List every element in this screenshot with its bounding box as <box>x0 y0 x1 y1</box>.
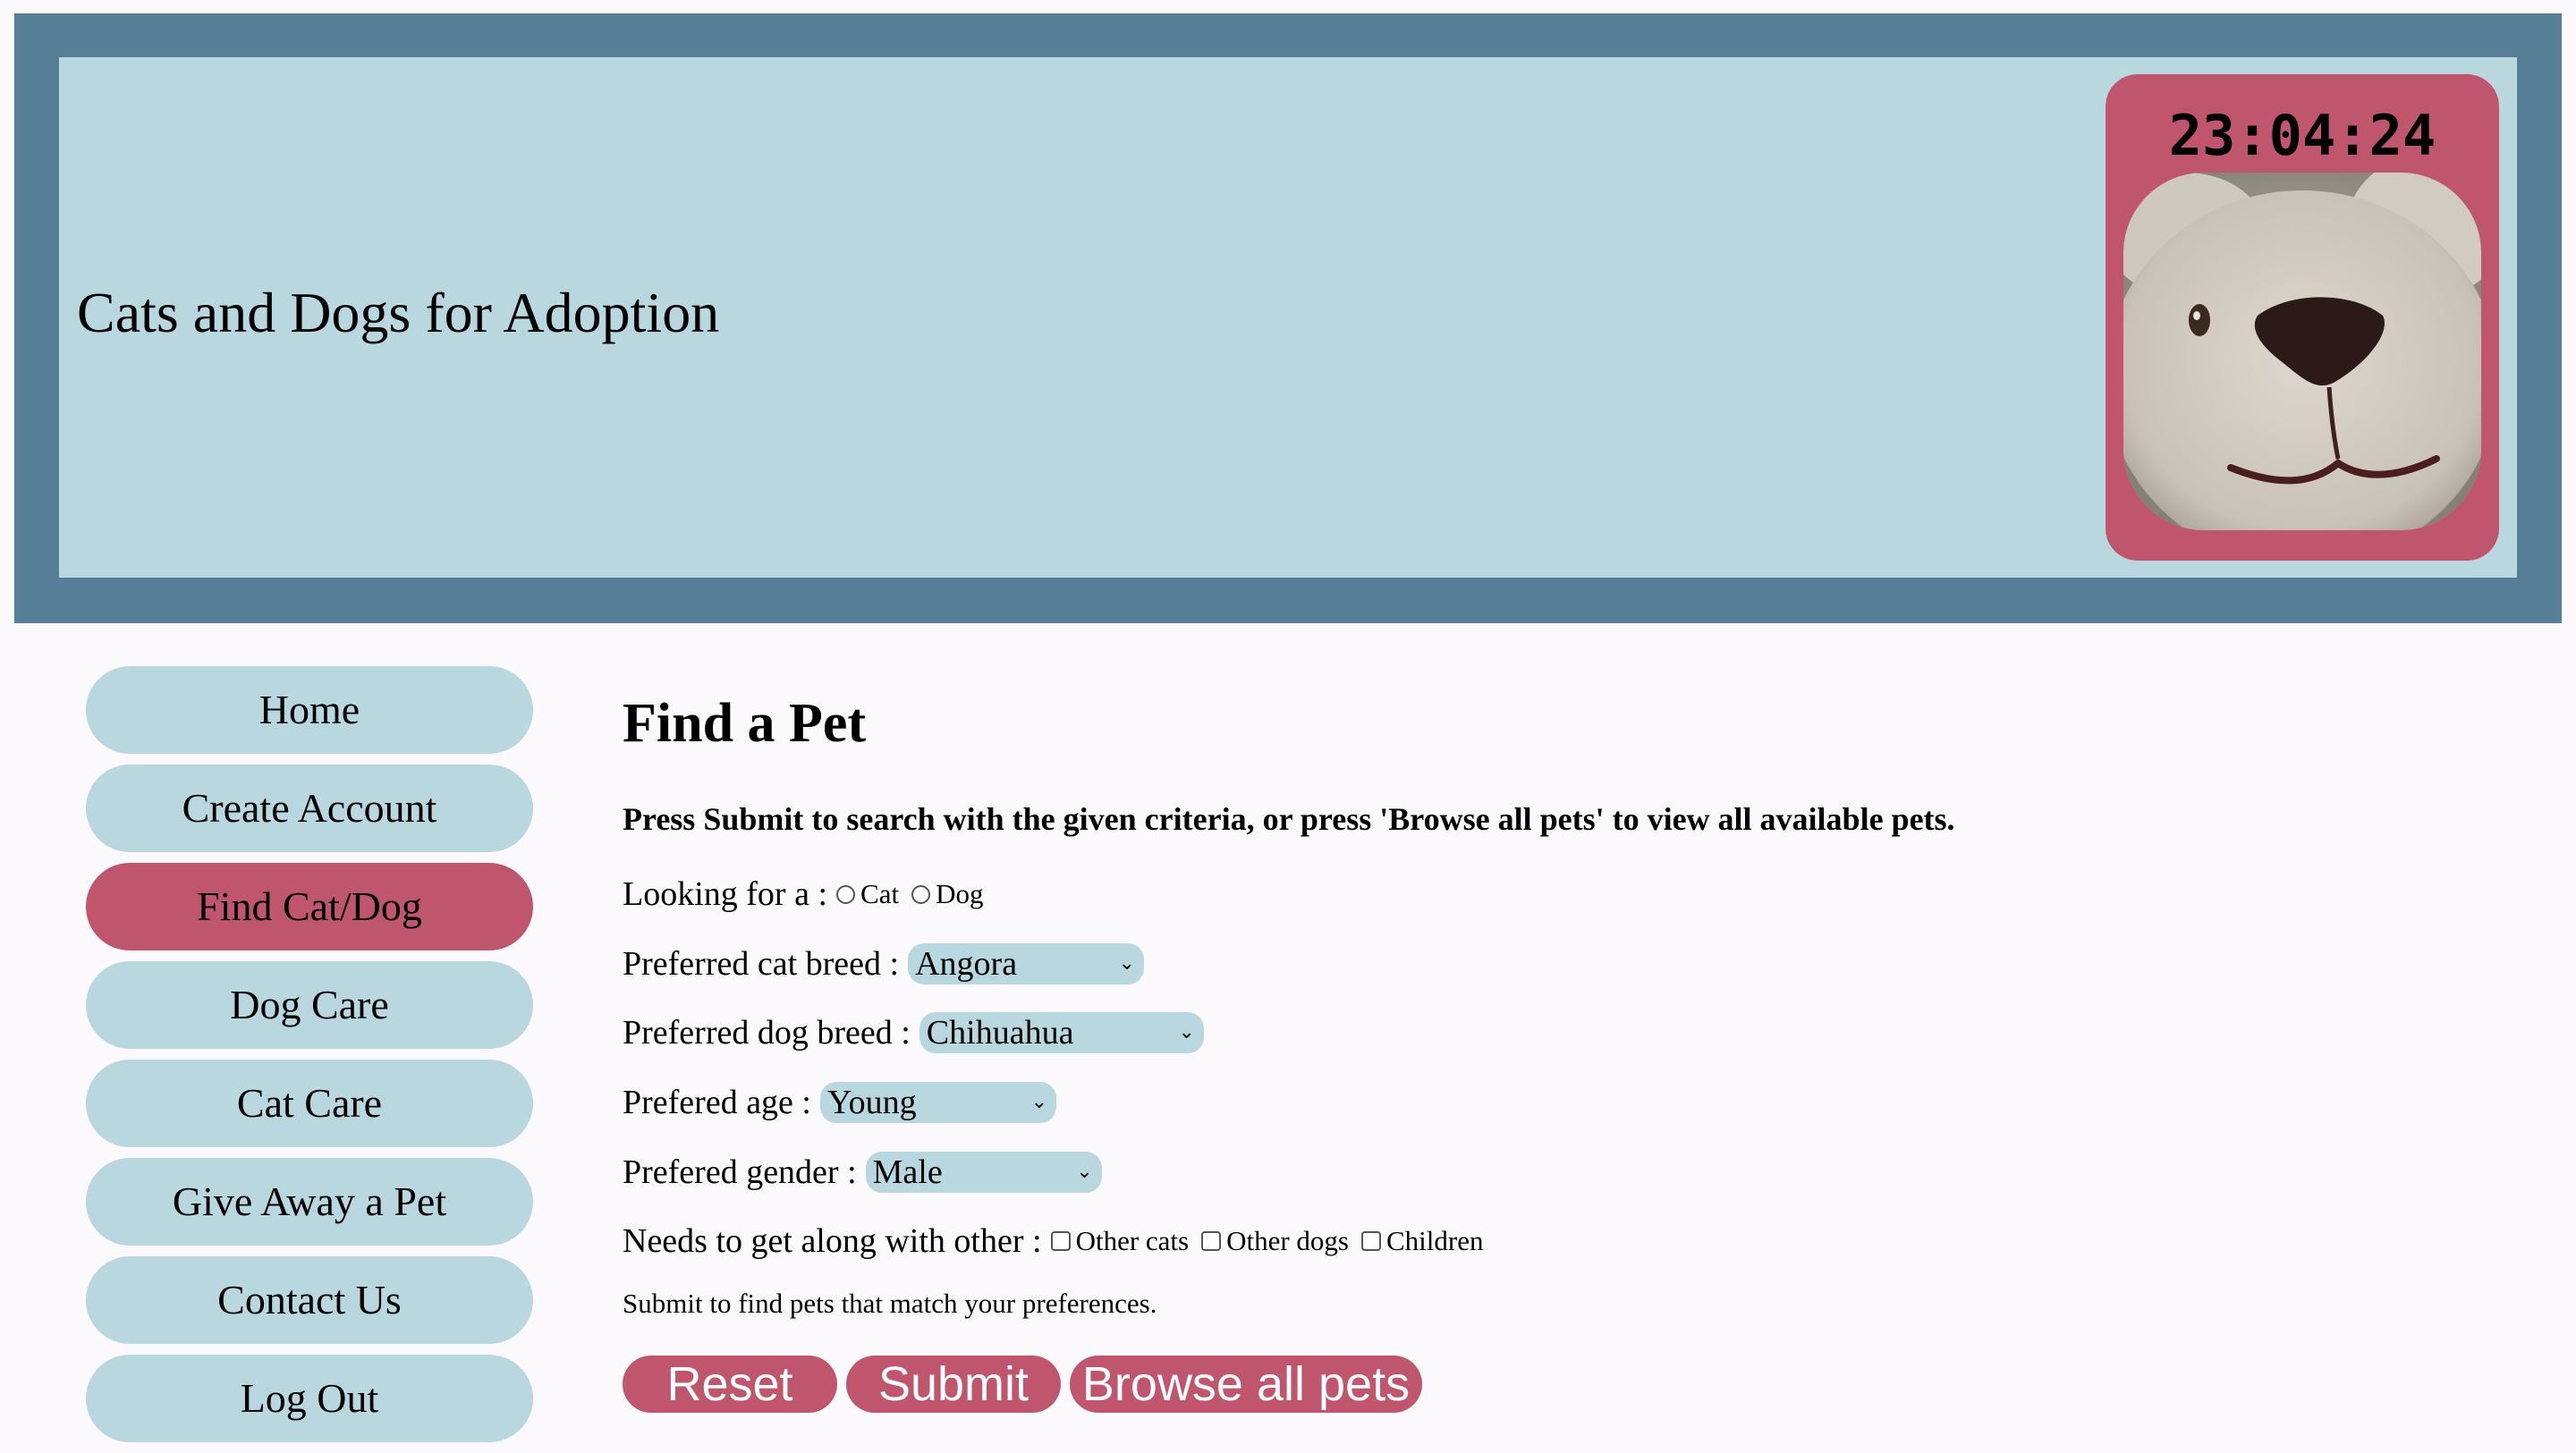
gets-along-label: Needs to get along with other : <box>623 1222 1042 1260</box>
checkbox-other-dogs[interactable]: Other dogs <box>1201 1225 1349 1257</box>
site-title: Cats and Dogs for Adoption <box>77 281 720 344</box>
checkbox-other-cats-box[interactable] <box>1050 1231 1071 1251</box>
cat-breed-value: Angora <box>915 945 1018 983</box>
looking-for-row: Looking for a : Cat Dog <box>623 873 996 916</box>
age-row: Prefered age : Young ⌄ <box>623 1081 1056 1124</box>
nav-dog-care[interactable]: Dog Care <box>86 961 533 1049</box>
nav-find-cat-dog[interactable]: Find Cat/Dog <box>86 863 533 950</box>
page-title: Find a Pet <box>623 693 867 754</box>
dog-breed-select[interactable]: Chihuahua ⌄ <box>919 1012 1204 1053</box>
age-select[interactable]: Young ⌄ <box>820 1082 1056 1123</box>
dog-breed-value: Chihuahua <box>926 1014 1074 1052</box>
radio-cat-button[interactable] <box>836 884 856 904</box>
main-navigation: Home Create Account Find Cat/Dog Dog Car… <box>86 666 533 1453</box>
radio-cat-label: Cat <box>860 878 900 909</box>
gets-along-row: Needs to get along with other : Other ca… <box>623 1220 1496 1263</box>
submit-button[interactable]: Submit <box>846 1356 1061 1413</box>
age-label: Prefered age : <box>623 1084 811 1121</box>
gender-value: Male <box>872 1153 943 1191</box>
plush-dog-photo <box>2123 173 2481 530</box>
checkbox-other-dogs-label: Other dogs <box>1226 1225 1349 1256</box>
checkbox-children[interactable]: Children <box>1361 1225 1484 1257</box>
nav-give-away-pet[interactable]: Give Away a Pet <box>86 1158 533 1246</box>
submit-hint: Submit to find pets that match your pref… <box>623 1288 1157 1319</box>
nav-log-out[interactable]: Log Out <box>86 1355 533 1442</box>
looking-for-label: Looking for a : <box>623 875 828 913</box>
checkbox-children-label: Children <box>1386 1225 1484 1256</box>
gender-label: Prefered gender : <box>623 1153 857 1191</box>
cat-breed-label: Preferred cat breed : <box>623 945 900 983</box>
browse-all-pets-button[interactable]: Browse all pets <box>1070 1356 1422 1413</box>
cat-breed-select[interactable]: Angora ⌄ <box>908 943 1145 984</box>
chevron-down-icon: ⌄ <box>1178 1021 1195 1043</box>
form-buttons: Reset Submit Browse all pets <box>623 1356 1431 1413</box>
checkbox-children-box[interactable] <box>1361 1231 1381 1251</box>
gender-select[interactable]: Male ⌄ <box>865 1152 1102 1193</box>
chevron-down-icon: ⌄ <box>1030 1091 1047 1113</box>
reset-button[interactable]: Reset <box>623 1356 837 1413</box>
cat-breed-row: Preferred cat breed : Angora ⌄ <box>623 942 1145 985</box>
dog-breed-label: Preferred dog breed : <box>623 1014 911 1052</box>
checkbox-other-dogs-box[interactable] <box>1201 1231 1222 1251</box>
nav-cat-care[interactable]: Cat Care <box>86 1060 533 1147</box>
chevron-down-icon: ⌄ <box>1076 1161 1093 1183</box>
clock-time: 23:04:24 <box>2168 103 2436 168</box>
age-value: Young <box>827 1084 917 1121</box>
chevron-down-icon: ⌄ <box>1118 952 1136 975</box>
instructions-text: Press Submit to search with the given cr… <box>623 801 1955 837</box>
radio-dog-button[interactable] <box>911 884 931 904</box>
gender-row: Prefered gender : Male ⌄ <box>623 1151 1102 1194</box>
dog-breed-row: Preferred dog breed : Chihuahua ⌄ <box>623 1011 1204 1054</box>
nav-create-account[interactable]: Create Account <box>86 765 533 852</box>
radio-dog-label: Dog <box>936 878 984 909</box>
radio-dog[interactable]: Dog <box>911 878 983 910</box>
clock-card: 23:04:24 <box>2106 74 2499 561</box>
checkbox-other-cats-label: Other cats <box>1075 1225 1190 1256</box>
radio-cat[interactable]: Cat <box>836 878 899 910</box>
nav-contact-us[interactable]: Contact Us <box>86 1256 533 1344</box>
checkbox-other-cats[interactable]: Other cats <box>1050 1225 1190 1257</box>
nav-home[interactable]: Home <box>86 666 533 754</box>
